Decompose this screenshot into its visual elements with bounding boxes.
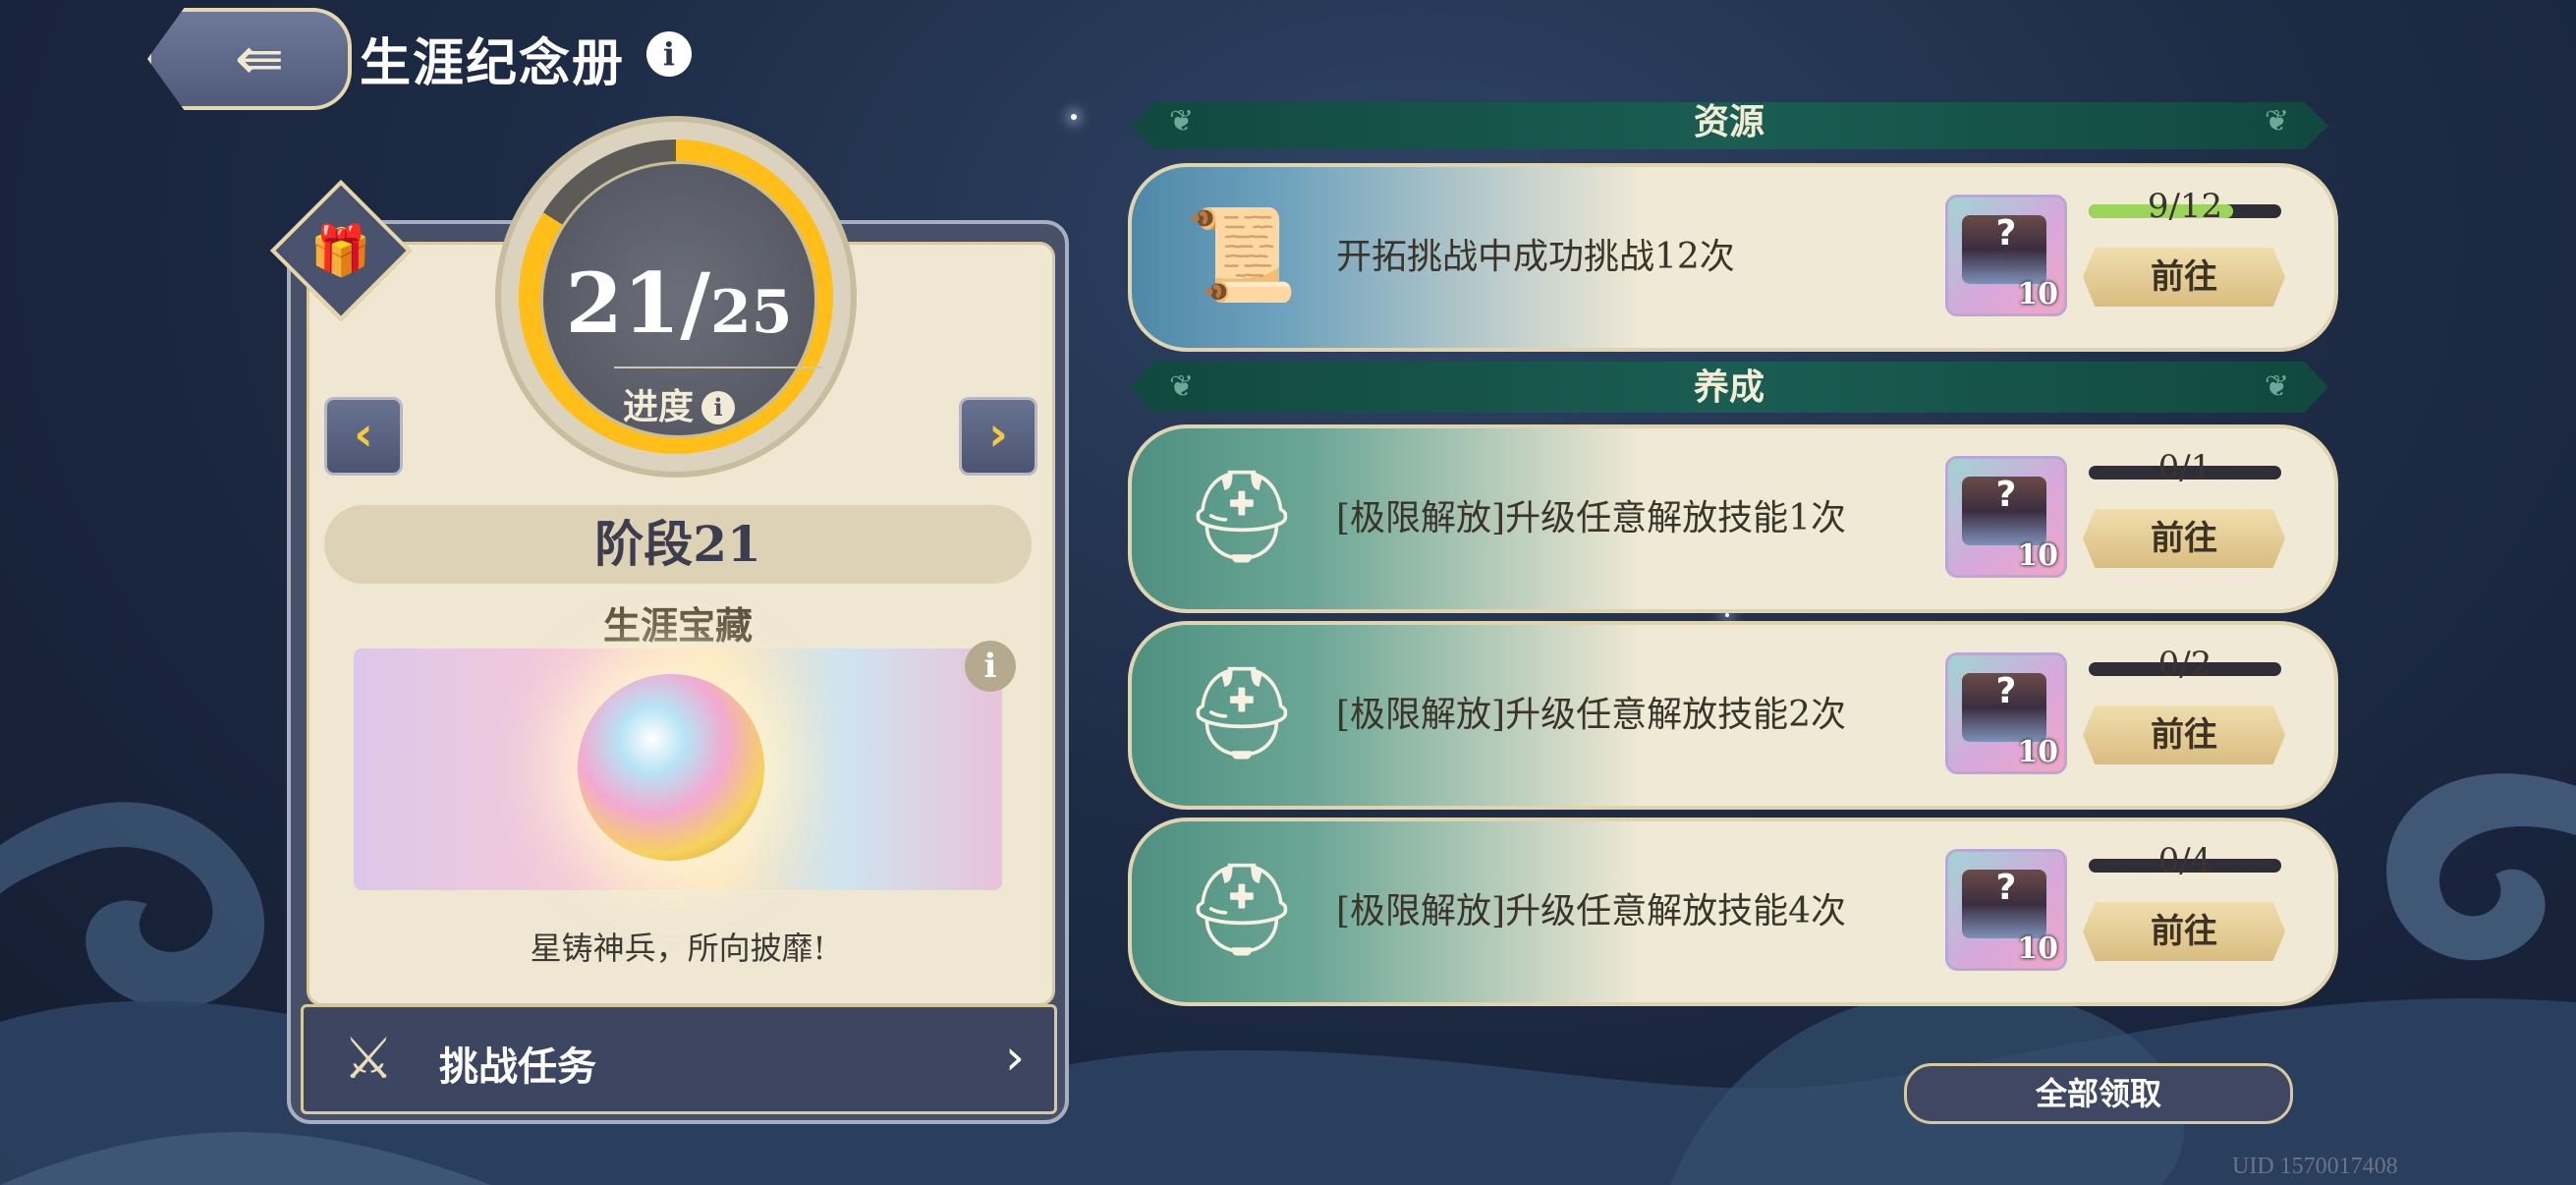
ornament-icon: ❦ [2264, 369, 2289, 404]
go-button[interactable]: 前往 [2083, 509, 2285, 568]
progress-divider [614, 367, 822, 368]
chevron-right-icon: › [988, 407, 1008, 462]
chevron-right-icon: › [1005, 1029, 1025, 1086]
ornament-icon: ❦ [1169, 369, 1195, 404]
treasure-description: 星铸神兵，所向披靡! [530, 930, 826, 967]
progress-value: 21/25 [543, 254, 814, 352]
back-arrow-icon: ⇚ [234, 25, 285, 93]
progress-ring-center: 21/25 进度 i [540, 161, 822, 438]
star-sparkle [1071, 114, 1077, 120]
task-description: [极限解放]升级任意解放技能1次 [1336, 498, 1846, 538]
chevron-left-icon: ‹ [354, 407, 373, 462]
sword-emblem-icon: ⚔ [343, 1025, 394, 1092]
challenge-task-button[interactable]: ⚔ 挑战任务 › [301, 1004, 1057, 1114]
reward-count: 10 [2017, 538, 2058, 573]
claim-all-button[interactable]: 全部领取 [1904, 1063, 2293, 1124]
back-button[interactable]: ⇚ [147, 8, 352, 110]
ornament-icon: ❦ [1169, 104, 1195, 139]
page-title: 生涯纪念册 [360, 33, 626, 93]
task-card: ⛑ [极限解放]升级任意解放技能1次 ? 10 0/1 前往 [1128, 424, 2338, 613]
reward-chest[interactable]: ? 10 [1945, 195, 2067, 316]
task-description: [极限解放]升级任意解放技能2次 [1336, 695, 1846, 735]
knight-helmet-icon: ⛑ [1184, 464, 1300, 569]
go-button[interactable]: 前往 [2083, 705, 2285, 764]
section-title-cultivate: 养成 [1693, 367, 1764, 408]
knight-helmet-icon: ⛑ [1184, 660, 1300, 765]
mystery-icon: ? [1995, 475, 2017, 515]
task-card: 📜 开拓挑战中成功挑战12次 ? 10 9/12 前往 [1128, 163, 2338, 352]
treasure-title: 生涯宝藏 [602, 603, 753, 648]
stage-title: 阶段21 [324, 505, 1032, 584]
progress-ring: 21/25 进度 i [501, 122, 851, 472]
task-progress-text: 0/2 [2157, 645, 2212, 684]
progress-label-text: 进度 [622, 386, 694, 427]
task-description: [极限解放]升级任意解放技能4次 [1336, 891, 1846, 931]
section-header-cultivate: ❦ 养成 ❦ [1130, 362, 2328, 413]
challenge-task-label: 挑战任务 [439, 1044, 596, 1090]
knight-helmet-icon: ⛑ [1184, 857, 1300, 962]
section-title-resource: 资源 [1693, 101, 1764, 142]
task-card: ⛑ [极限解放]升级任意解放技能2次 ? 10 0/2 前往 [1128, 621, 2338, 810]
task-progress-text: 0/4 [2157, 841, 2212, 880]
treasure-orb-icon [578, 674, 764, 861]
go-button[interactable]: 前往 [2083, 248, 2285, 307]
mystery-icon: ? [1995, 671, 2017, 711]
treasure-info-icon[interactable]: i [965, 641, 1016, 692]
reward-count: 10 [2017, 735, 2058, 769]
mystery-icon: ? [1995, 213, 2017, 254]
section-header-resource: ❦ 资源 ❦ [1130, 102, 2328, 149]
treasure-image [354, 649, 1002, 890]
progress-info-icon[interactable]: i [701, 391, 735, 424]
ornament-icon: ❦ [2264, 104, 2289, 139]
title-info-icon[interactable]: i [646, 31, 692, 77]
scroll-icon: 📜 [1185, 202, 1299, 308]
reward-chest[interactable]: ? 10 [1945, 456, 2067, 578]
task-progress-text: 0/1 [2157, 448, 2212, 487]
progress-separator: / [680, 254, 711, 352]
reward-chest[interactable]: ? 10 [1945, 652, 2067, 774]
next-stage-button[interactable]: › [959, 397, 1037, 476]
progress-label: 进度 i [543, 378, 814, 429]
progress-max: 25 [710, 278, 793, 347]
go-button[interactable]: 前往 [2083, 902, 2285, 961]
reward-count: 10 [2017, 277, 2058, 311]
gift-icon: 🎁 [309, 221, 372, 279]
uid-label: UID 1570017408 [2232, 1154, 2398, 1179]
prev-stage-button[interactable]: ‹ [324, 397, 403, 476]
progress-current: 21 [565, 254, 681, 352]
mystery-icon: ? [1995, 868, 2017, 908]
reward-chest[interactable]: ? 10 [1945, 849, 2067, 971]
task-description: 开拓挑战中成功挑战12次 [1336, 237, 1735, 277]
task-card: ⛑ [极限解放]升级任意解放技能4次 ? 10 0/4 前往 [1128, 818, 2338, 1006]
star-sparkle [1725, 613, 1729, 617]
reward-count: 10 [2017, 931, 2058, 966]
task-progress-text: 9/12 [2147, 187, 2223, 226]
